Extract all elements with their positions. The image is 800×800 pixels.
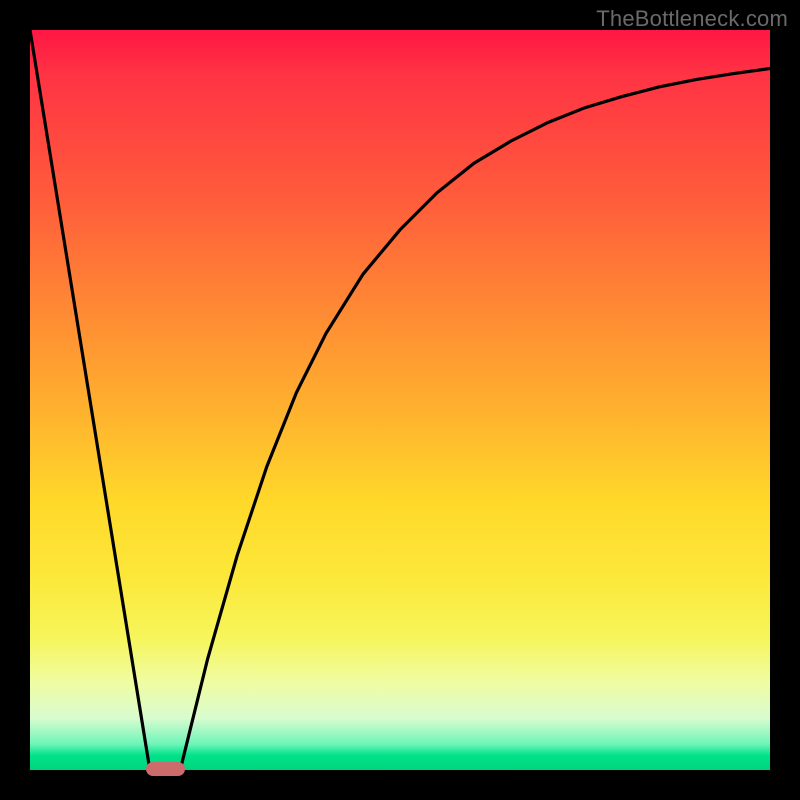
left-line-path (30, 30, 150, 770)
bottom-marker (146, 762, 185, 776)
right-curve-path (180, 68, 770, 770)
watermark-text: TheBottleneck.com (596, 6, 788, 32)
chart-container: TheBottleneck.com (0, 0, 800, 800)
curve-svg (30, 30, 770, 770)
plot-area (30, 30, 770, 770)
